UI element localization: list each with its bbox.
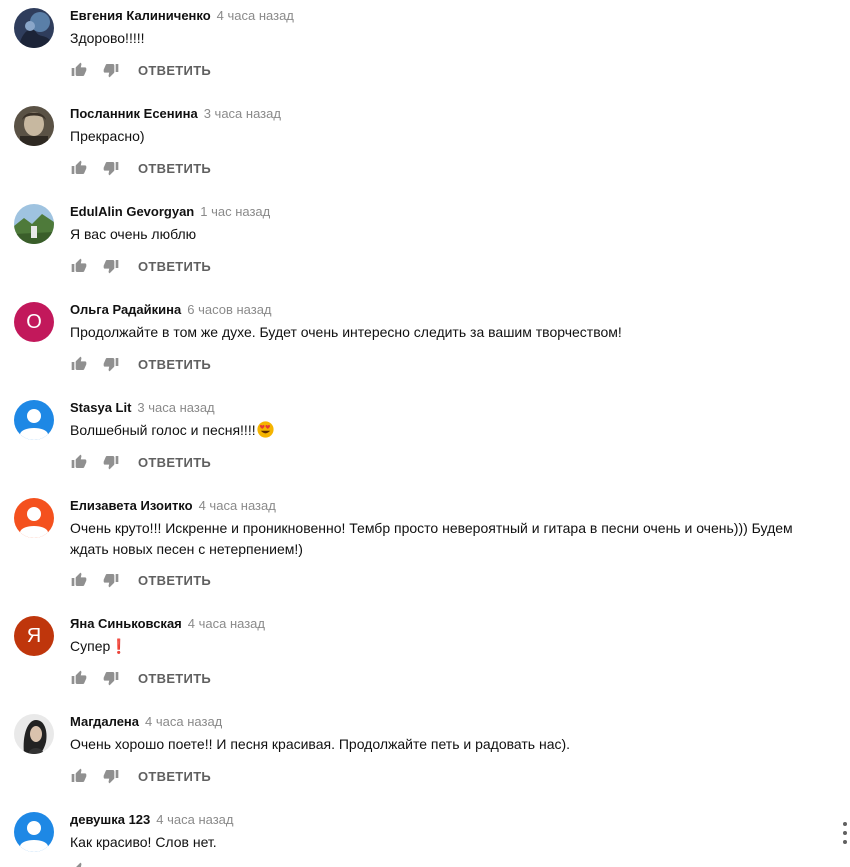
comment-time[interactable]: 4 часа назад [156,812,233,827]
dislike-icon[interactable] [102,669,120,687]
comment-item: Магдалена 4 часа назад Очень хорошо поете… [0,706,850,804]
comment-text: Супер❗ [70,638,128,654]
comment-text-body: Волшебный голос и песня!!!! [70,422,256,438]
avatar[interactable] [14,812,54,852]
comment-text: Очень хорошо поете!! И песня красивая. П… [70,736,571,752]
reply-button[interactable]: ОТВЕТИТЬ [138,573,211,588]
comment-text: Я вас очень люблю [70,226,197,242]
dislike-icon[interactable] [102,61,120,79]
reply-button[interactable]: ОТВЕТИТЬ [138,671,211,686]
comment-time[interactable]: 3 часа назад [204,106,281,121]
heart-eyes-emoji-icon [257,421,274,438]
reply-button[interactable]: ОТВЕТИТЬ [138,769,211,784]
comment-text: Продолжайте в том же духе. Будет очень и… [70,324,622,340]
comment-author[interactable]: Stasya Lit [70,400,131,415]
comment-time[interactable]: 4 часа назад [199,498,276,513]
comment-text: Прекрасно) [70,128,145,144]
avatar-letter: О [26,311,42,333]
comment-text: Как красиво! Слов нет. [70,834,217,850]
avatar[interactable] [14,714,54,754]
comment-author[interactable]: Ольга Радайкина [70,302,181,317]
dislike-icon[interactable] [102,571,120,589]
avatar[interactable] [14,400,54,440]
comment-author[interactable]: EdulAlin Gevorgyan [70,204,194,219]
like-icon[interactable] [70,257,88,275]
like-icon[interactable] [70,355,88,373]
comment-time[interactable]: 4 часа назад [145,714,222,729]
comment-time[interactable]: 4 часа назад [217,8,294,23]
comment-author[interactable]: Яна Синьковская [70,616,182,631]
avatar[interactable] [14,498,54,538]
reply-button[interactable]: ОТВЕТИТЬ [138,259,211,274]
like-icon[interactable] [70,159,88,177]
like-icon[interactable] [70,767,88,785]
comment-time[interactable]: 4 часа назад [188,616,265,631]
comment-item: девушка 123 4 часа назад Как красиво! Сло… [0,804,850,867]
reply-button[interactable]: ОТВЕТИТЬ [138,455,211,470]
avatar[interactable] [14,204,54,244]
like-icon[interactable] [70,669,88,687]
comment-text: Здорово!!!!! [70,30,145,46]
avatar-letter: Я [26,625,42,647]
comment-item: Елизавета Изоитко 4 часа назад Очень крут… [0,490,850,608]
comment-time[interactable]: 6 часов назад [187,302,271,317]
comment-author[interactable]: девушка 123 [70,812,150,827]
dislike-icon[interactable] [102,355,120,373]
reply-button[interactable]: ОТВЕТИТЬ [138,63,211,78]
comment-item: О Ольга Радайкина 6 часов назад Продолжай… [0,294,850,392]
comment-item: Посланник Есенина 3 часа назад Прекрасно)… [0,98,850,196]
dislike-icon[interactable] [102,767,120,785]
dislike-icon[interactable] [102,453,120,471]
comment-time[interactable]: 1 час назад [200,204,270,219]
dislike-icon[interactable] [102,257,120,275]
dislike-icon[interactable] [102,159,120,177]
like-icon[interactable] [70,571,88,589]
comment-item: Я Яна Синьковская 4 часа назад Супер❗ ОТВ… [0,608,850,706]
reply-button[interactable]: ОТВЕТИТЬ [138,161,211,176]
comment-text: Очень круто!!! Искренне и проникновенно!… [70,520,793,557]
comment-item: EdulAlin Gevorgyan 1 час назад Я вас очен… [0,196,850,294]
comment-time[interactable]: 3 часа назад [137,400,214,415]
avatar[interactable] [14,106,54,146]
comment-author[interactable]: Евгения Калиниченко [70,8,211,23]
avatar[interactable] [14,8,54,48]
comments-section: Евгения Калиниченко 4 часа назад Здорово!… [0,0,850,867]
reply-button[interactable]: ОТВЕТИТЬ [138,357,211,372]
comment-author[interactable]: Магдалена [70,714,139,729]
more-options-icon[interactable] [840,822,850,844]
like-icon[interactable] [70,453,88,471]
like-icon[interactable] [70,61,88,79]
comment-text: Волшебный голос и песня!!!! [70,420,820,441]
comment-author[interactable]: Посланник Есенина [70,106,198,121]
comment-item: Stasya Lit 3 часа назад Волшебный голос и… [0,392,850,490]
avatar[interactable]: О [14,302,54,342]
like-icon[interactable] [70,861,88,867]
avatar[interactable]: Я [14,616,54,656]
comment-item: Евгения Калиниченко 4 часа назад Здорово!… [0,0,850,98]
comment-author[interactable]: Елизавета Изоитко [70,498,193,513]
